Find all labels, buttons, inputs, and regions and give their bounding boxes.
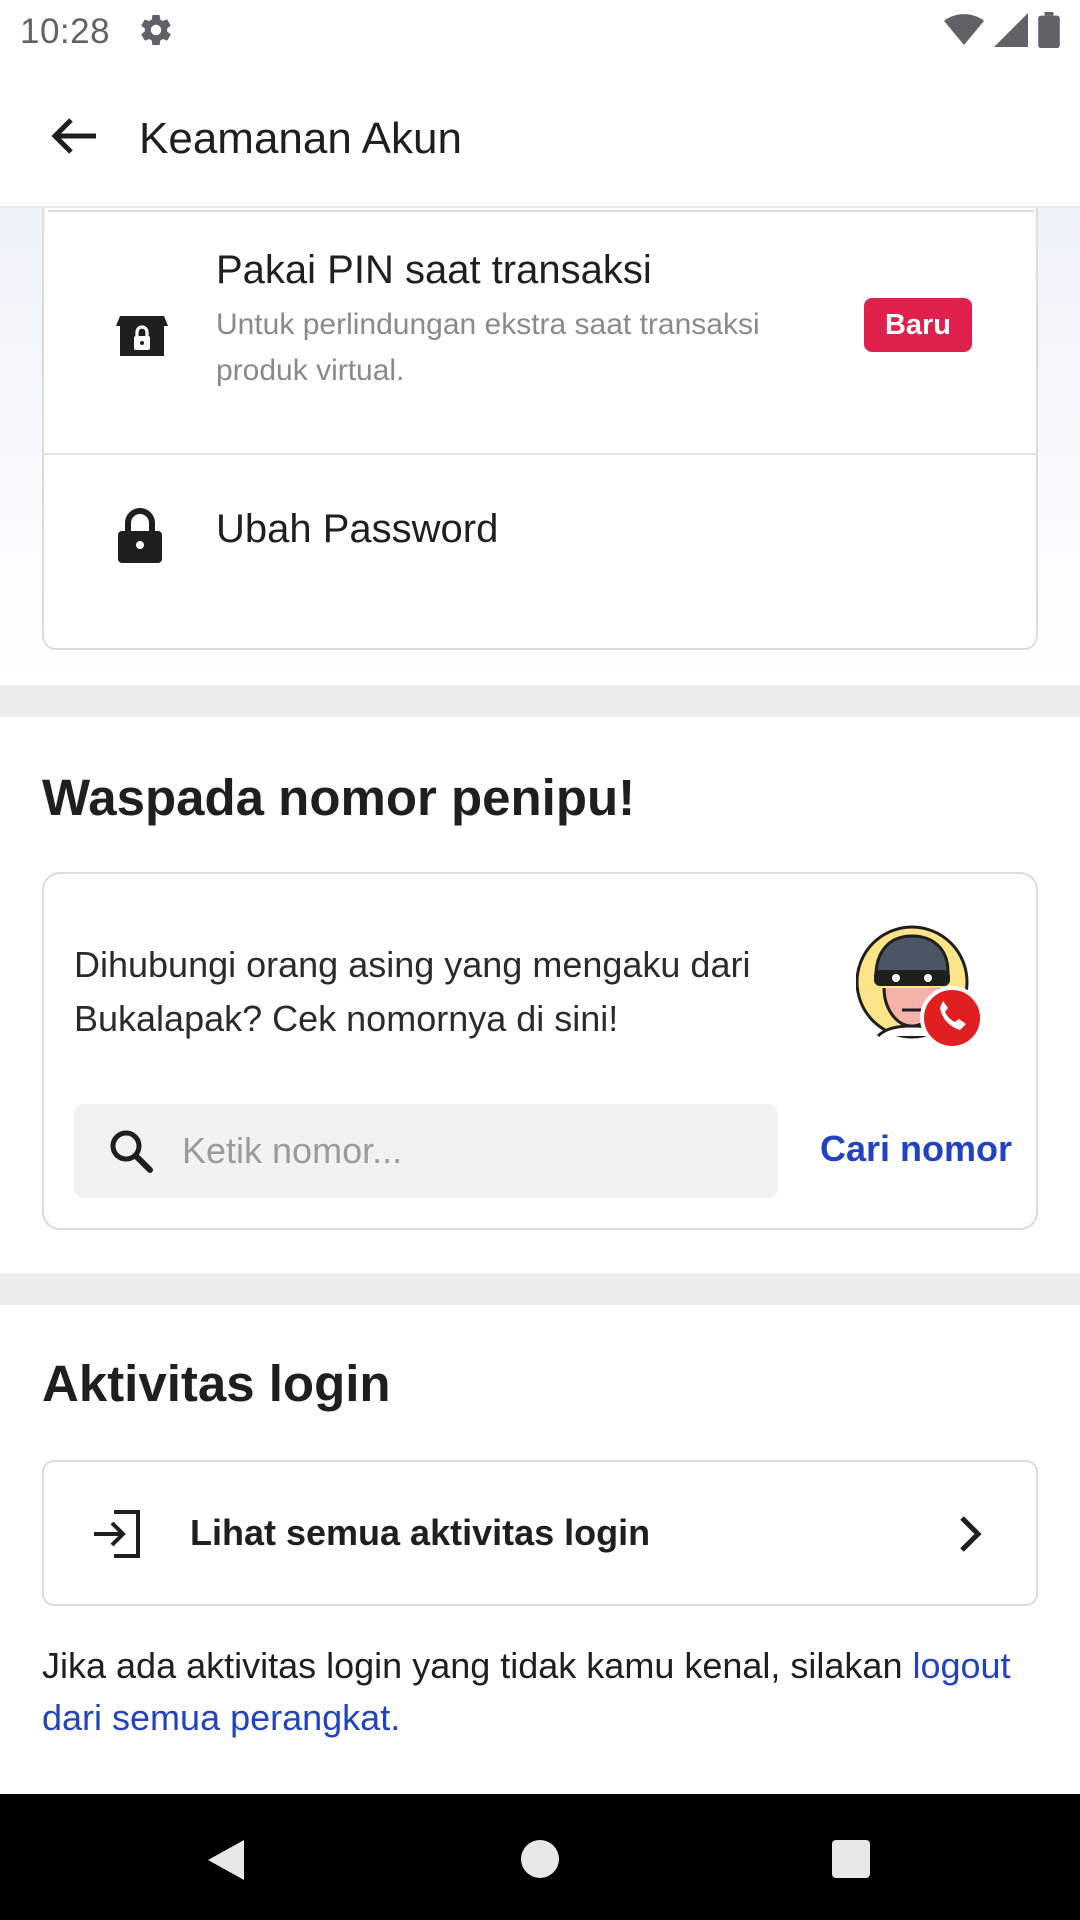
security-option-change-password[interactable]: Ubah Password [44,457,1036,617]
page-title: Keamanan Akun [139,114,462,163]
status-bar: 10:28 [0,0,1080,64]
phone-number-input[interactable] [182,1104,762,1198]
cellular-signal-icon [994,13,1028,52]
fraud-check-card: Dihubungi orang asing yang mengaku dari … [42,872,1038,1230]
security-options-card: Pakai PIN saat transaksi Untuk perlindun… [42,208,1038,650]
back-button[interactable] [44,110,102,162]
nav-back-icon[interactable] [204,1836,248,1884]
battery-icon [1038,12,1060,53]
security-option-transaction-pin[interactable]: Pakai PIN saat transaksi Untuk perlindun… [44,212,1036,455]
section-separator [0,685,1080,717]
nav-home-icon[interactable] [521,1840,559,1878]
chevron-right-icon [960,1516,982,1552]
status-icons [944,12,1060,53]
login-notice: Jika ada aktivitas login yang tidak kamu… [42,1640,1042,1744]
section-separator [0,1273,1080,1305]
status-time: 10:28 [20,12,111,51]
view-all-login-activity-row[interactable]: Lihat semua aktivitas login [42,1460,1038,1606]
security-option-subtitle: Untuk perlindungan ekstra saat transaksi… [216,308,760,387]
search-icon [110,1130,153,1173]
lock-icon [116,507,168,563]
fraud-section-title: Waspada nomor penipu! [42,769,636,826]
security-option-title: Pakai PIN saat transaksi [216,248,652,292]
new-badge: Baru [864,298,972,352]
nav-recents-icon[interactable] [832,1840,870,1878]
login-notice-text: Jika ada aktivitas login yang tidak kamu… [42,1645,913,1686]
store-lock-icon [116,308,168,364]
security-option-title: Ubah Password [216,507,499,551]
fraud-description: Dihubungi orang asing yang mengaku dari … [74,944,751,1039]
search-number-button[interactable]: Cari nomor [820,1128,1012,1170]
phone-search-box [74,1104,778,1198]
wifi-icon [944,13,984,52]
view-all-login-label: Lihat semua aktivitas login [190,1512,651,1553]
content-scroll[interactable]: Pakai PIN saat transaksi Untuk perlindun… [0,208,1080,1794]
app-bar: Keamanan Akun [0,64,1080,208]
system-navigation-bar [0,1794,1080,1920]
login-enter-icon [94,1510,140,1558]
login-section-title: Aktivitas login [42,1355,391,1412]
arrow-left-icon [51,118,96,154]
thief-phone-illustration [855,924,984,1054]
settings-gear-icon [138,12,174,53]
